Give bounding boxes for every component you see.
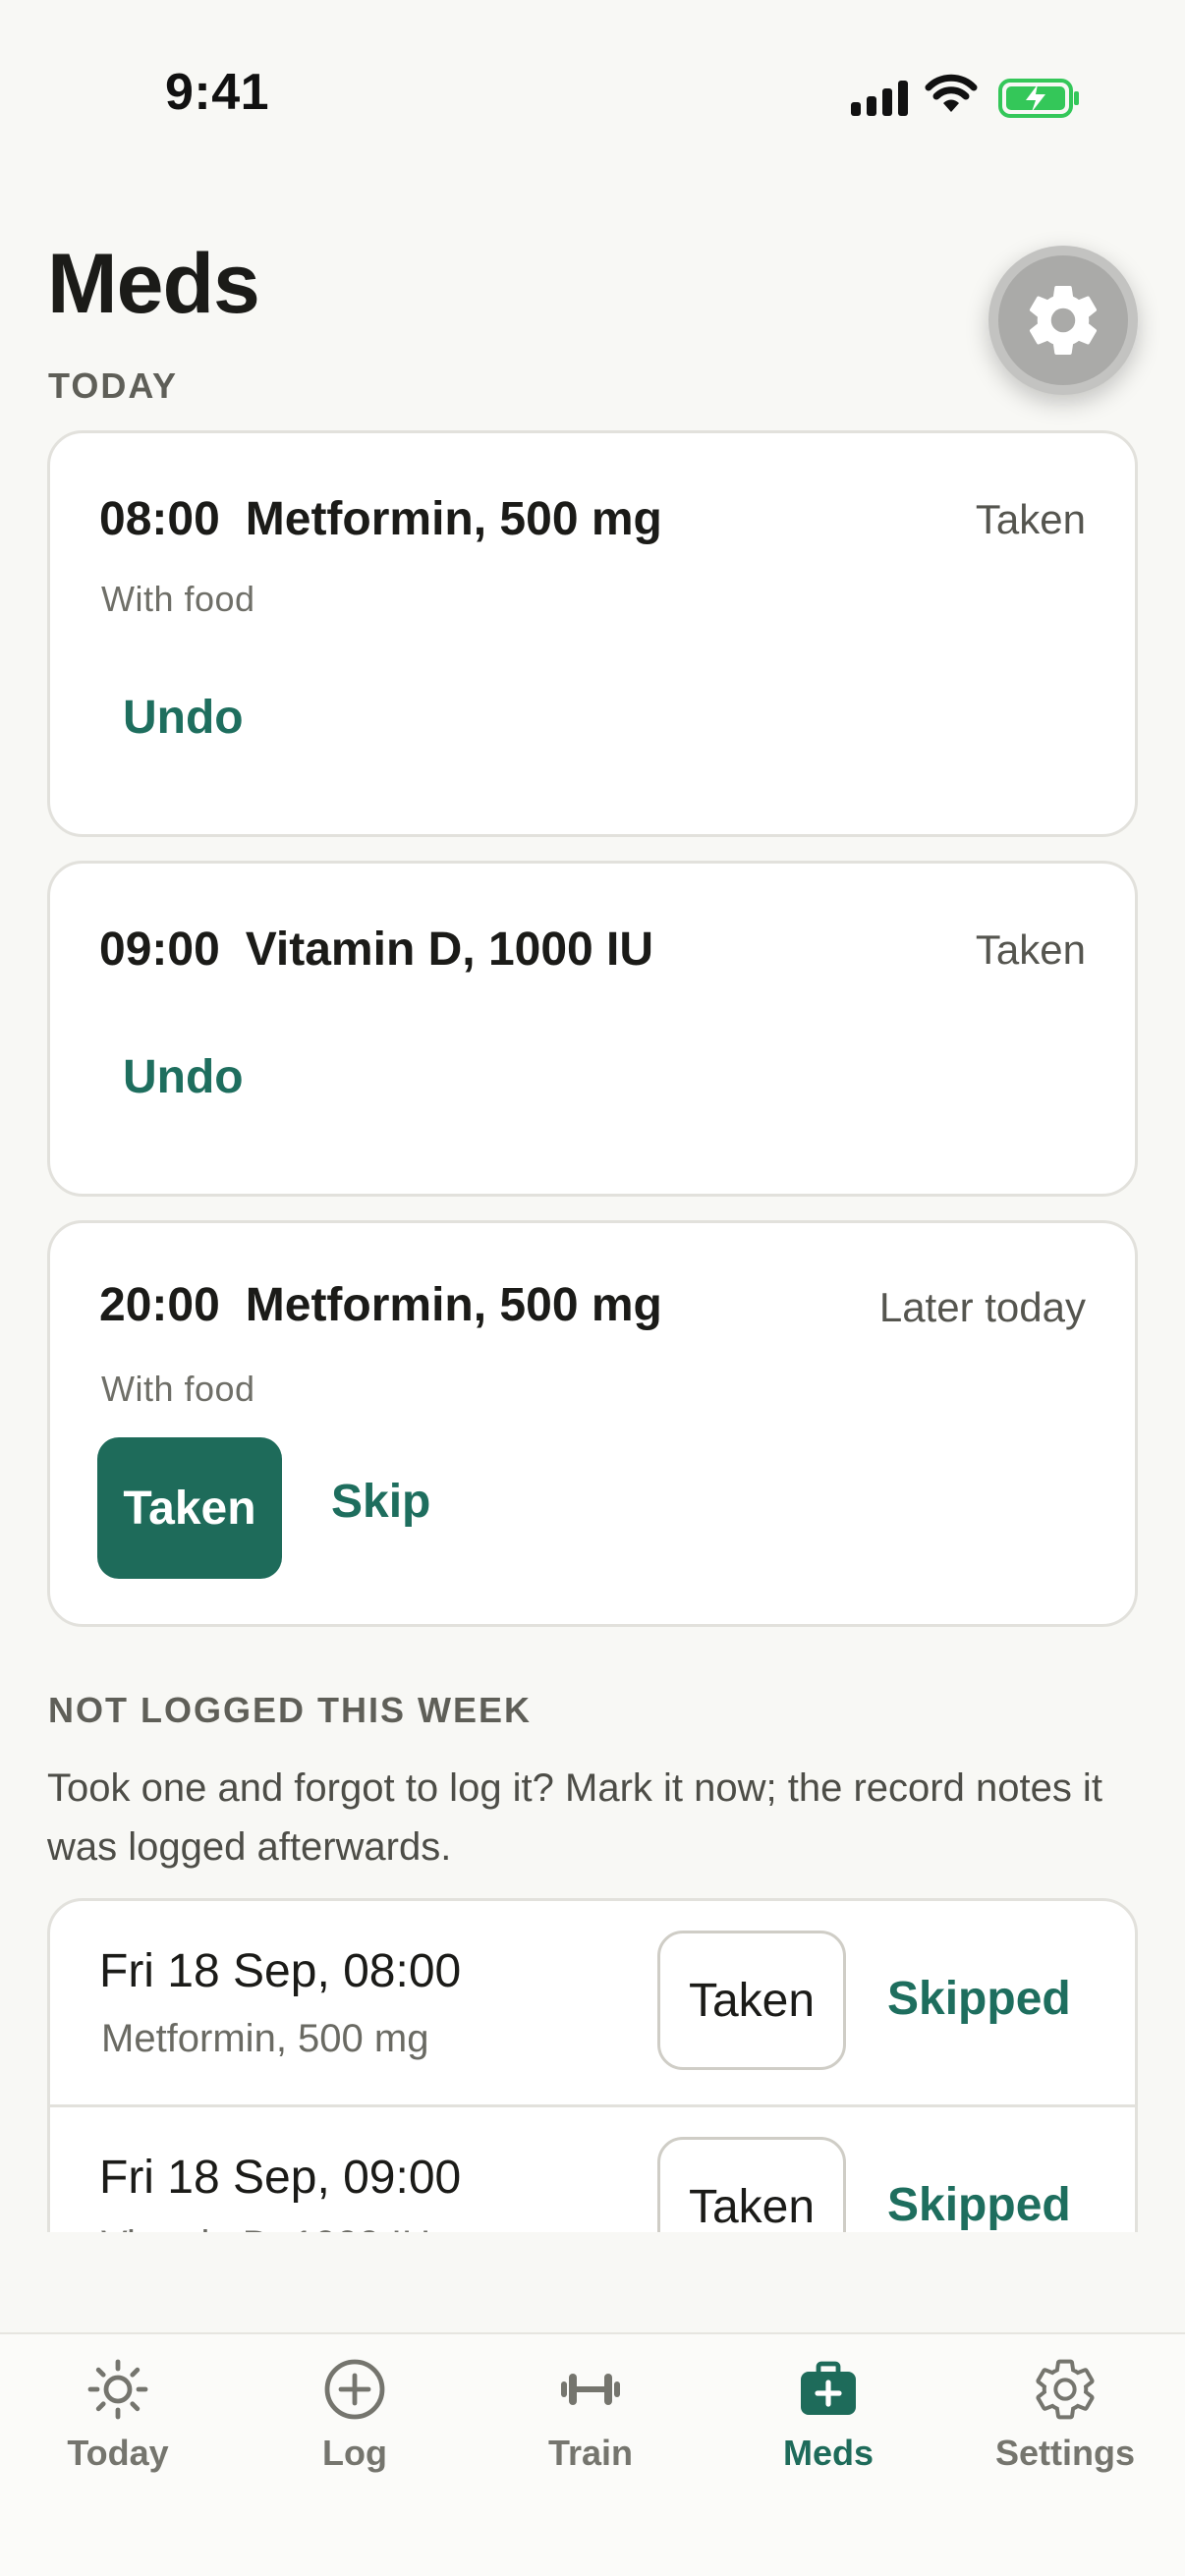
tab-train[interactable]: Train — [492, 2356, 689, 2513]
dose-note: With food — [101, 1369, 255, 1409]
dose-name: Metformin, 500 mg — [245, 1279, 662, 1331]
tab-label: Today — [67, 2433, 169, 2473]
medkit-icon — [801, 2361, 856, 2415]
dose-card: 09:00 Vitamin D, 1000 IU Taken Undo — [47, 861, 1138, 1197]
undo-button[interactable]: Undo — [123, 1050, 244, 1104]
tab-label: Log — [322, 2433, 387, 2473]
tab-settings[interactable]: Settings — [967, 2356, 1163, 2513]
section-label-today: TODAY — [48, 365, 179, 406]
skip-button[interactable]: Skip — [331, 1475, 430, 1529]
dose-name: Vitamin D, 1000 IU — [245, 924, 654, 976]
battery-charging-icon — [998, 79, 1079, 118]
tab-today[interactable]: Today — [20, 2356, 216, 2513]
plus-circle-icon — [324, 2359, 385, 2420]
meds-screen: 9:41 Meds TODAY 08:00 Metformin, 500 mg — [0, 0, 1185, 2576]
dose-note: With food — [101, 579, 255, 619]
mark-skipped-button[interactable]: Skipped — [887, 2178, 1071, 2232]
tab-bar: Today Log Train Meds Settings — [0, 2332, 1185, 2576]
tab-log[interactable]: Log — [256, 2356, 453, 2513]
dose-title: 08:00 Metformin, 500 mg — [99, 492, 662, 546]
list-item: Fri 18 Sep, 08:00 Metformin, 500 mg Take… — [50, 1901, 1135, 2104]
section-label-not-logged: NOT LOGGED THIS WEEK — [48, 1690, 533, 1730]
wifi-icon — [925, 74, 978, 112]
not-logged-helper-text: Took one and forgot to log it? Mark it n… — [47, 1766, 1102, 1869]
dose-status: Later today — [878, 1284, 1086, 1330]
dose-status: Taken — [975, 926, 1086, 973]
cellular-signal-icon — [851, 81, 910, 116]
mark-taken-button[interactable]: Taken — [657, 1931, 846, 2070]
mark-taken-button[interactable]: Taken — [657, 2137, 846, 2232]
missed-dose-when: Fri 18 Sep, 08:00 — [99, 1945, 462, 1997]
missed-dose-med: Metformin, 500 mg — [101, 2017, 429, 2060]
dose-card: 20:00 Metformin, 500 mg Later today With … — [47, 1220, 1138, 1627]
list-item: Fri 18 Sep, 09:00 Vitamin D, 1000 IU Tak… — [50, 2104, 1135, 2232]
dumbbell-icon — [561, 2374, 620, 2405]
dose-name: Metformin, 500 mg — [245, 493, 662, 545]
undo-button[interactable]: Undo — [123, 691, 244, 745]
tab-meds[interactable]: Meds — [730, 2356, 927, 2513]
missed-dose-med: Vitamin D, 1000 IU — [101, 2223, 430, 2232]
mark-taken-button[interactable]: Taken — [97, 1437, 282, 1579]
dose-time: 09:00 — [99, 924, 220, 976]
dose-card: 08:00 Metformin, 500 mg Taken With food U… — [47, 430, 1138, 837]
tab-label: Train — [547, 2433, 634, 2473]
dose-time: 08:00 — [99, 493, 220, 545]
gear-icon — [1036, 2359, 1095, 2420]
dose-title: 20:00 Metformin, 500 mg — [99, 1278, 662, 1332]
missed-dose-when: Fri 18 Sep, 09:00 — [99, 2152, 462, 2204]
not-logged-list-viewport[interactable]: Fri 18 Sep, 08:00 Metformin, 500 mg Take… — [47, 1898, 1138, 2232]
status-bar: 9:41 — [0, 0, 1185, 147]
page-title: Meds — [47, 237, 260, 331]
settings-button[interactable] — [988, 246, 1138, 395]
mark-skipped-button[interactable]: Skipped — [887, 1972, 1071, 2026]
tab-label: Settings — [994, 2433, 1135, 2473]
tab-label: Meds — [782, 2433, 875, 2473]
sun-icon — [87, 2359, 148, 2420]
status-time: 9:41 — [165, 64, 270, 121]
gear-icon — [1029, 285, 1098, 355]
not-logged-list: Fri 18 Sep, 08:00 Metformin, 500 mg Take… — [47, 1898, 1138, 2232]
dose-status: Taken — [975, 496, 1086, 542]
dose-title: 09:00 Vitamin D, 1000 IU — [99, 923, 653, 977]
dose-time: 20:00 — [99, 1279, 220, 1331]
